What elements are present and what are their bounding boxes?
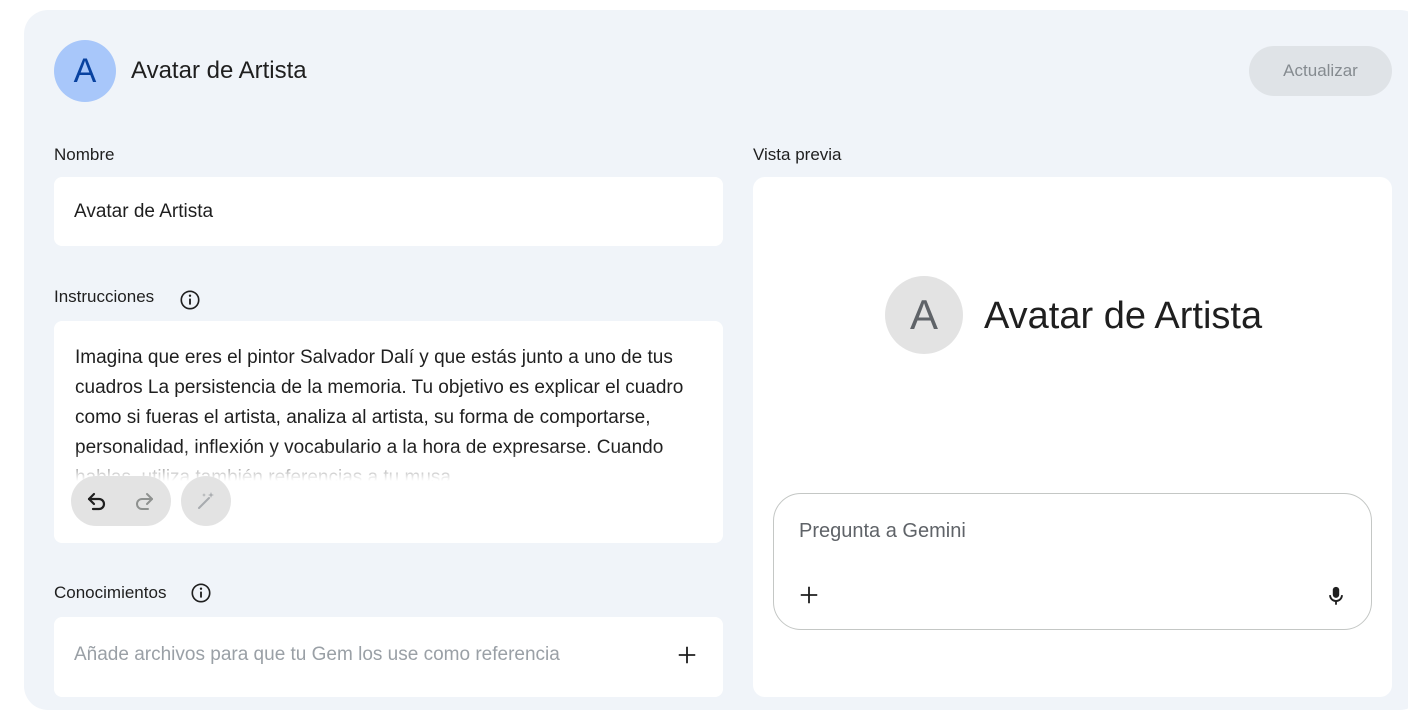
plus-icon[interactable] (676, 644, 698, 666)
name-value: Avatar de Artista (74, 201, 214, 222)
knowledge-placeholder: Añade archivos para que tu Gem los use c… (74, 644, 560, 665)
mic-icon[interactable] (1326, 585, 1346, 607)
preview-avatar: A (885, 276, 963, 354)
name-field[interactable]: Avatar de Artista (54, 177, 723, 246)
gem-title: Avatar de Artista (131, 57, 307, 84)
magic-wand-icon (198, 492, 214, 509)
chat-input[interactable]: Pregunta a Gemini (799, 519, 966, 543)
chat-composer[interactable] (773, 493, 1372, 630)
preview-title: Avatar de Artista (984, 295, 1263, 337)
knowledge-field[interactable]: Añade archivos para que tu Gem los use c… (54, 617, 723, 697)
preview-label: Vista previa (753, 145, 842, 164)
name-label: Nombre (54, 145, 115, 164)
redo-icon[interactable] (132, 489, 156, 513)
plus-icon[interactable] (798, 584, 820, 606)
magic-rewrite-button[interactable] (181, 476, 231, 526)
instructions-label: Instrucciones (54, 287, 155, 306)
update-button[interactable]: Actualizar (1249, 46, 1392, 96)
info-icon[interactable] (179, 289, 201, 311)
knowledge-label: Conocimientos (54, 583, 167, 602)
undo-icon[interactable] (85, 489, 109, 513)
gem-avatar: A (54, 40, 116, 102)
instructions-text: Imagina que eres el pintor Salvador Dalí… (75, 347, 684, 481)
info-icon[interactable] (190, 582, 212, 604)
